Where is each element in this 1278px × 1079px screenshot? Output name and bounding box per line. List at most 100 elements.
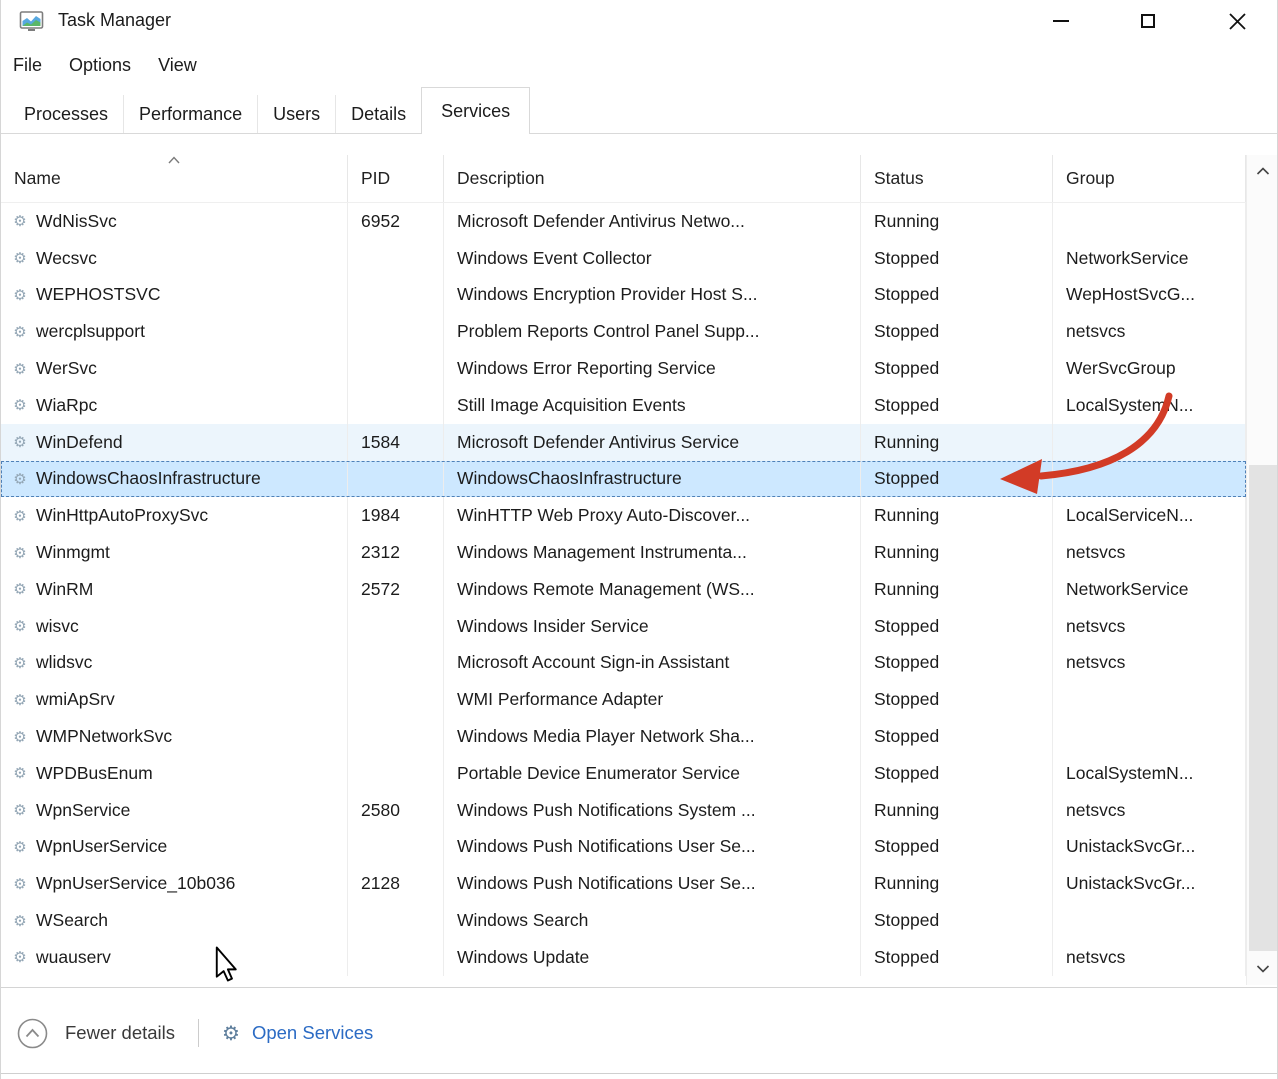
cell-group: netsvcs bbox=[1053, 608, 1246, 645]
table-row[interactable]: ⚙ WinHttpAutoProxySvc 1984 WinHTTP Web P… bbox=[1, 497, 1246, 534]
cell-name-text: wmiApSrv bbox=[36, 689, 115, 710]
cell-pid bbox=[348, 829, 444, 866]
cell-pid: 1584 bbox=[348, 424, 444, 461]
cell-name: ⚙ Winmgmt bbox=[1, 534, 348, 571]
cell-name-text: wlidsvc bbox=[36, 652, 92, 673]
table-row[interactable]: ⚙ WinRM 2572 Windows Remote Management (… bbox=[1, 571, 1246, 608]
close-icon bbox=[1229, 13, 1246, 30]
scrollbar-down-icon bbox=[1256, 965, 1270, 973]
cell-pid: 2312 bbox=[348, 534, 444, 571]
menu-view[interactable]: View bbox=[158, 55, 197, 76]
footer-bar: Fewer details ⚙ Open Services bbox=[1, 1004, 1277, 1062]
scrollbar-up-icon bbox=[1256, 167, 1270, 175]
cell-status: Running bbox=[861, 865, 1053, 902]
cell-group: UnistackSvcGr... bbox=[1053, 829, 1246, 866]
table-row[interactable]: ⚙ WpnUserService Windows Push Notificati… bbox=[1, 829, 1246, 866]
tab-services[interactable]: Services bbox=[421, 87, 530, 134]
close-button[interactable] bbox=[1208, 0, 1266, 42]
table-row[interactable]: ⚙ Wecsvc Windows Event Collector Stopped… bbox=[1, 240, 1246, 277]
cell-pid bbox=[348, 277, 444, 314]
cell-pid: 1984 bbox=[348, 497, 444, 534]
cell-name: ⚙ WEPHOSTSVC bbox=[1, 277, 348, 314]
open-services-link[interactable]: ⚙ Open Services bbox=[222, 1021, 373, 1046]
service-gear-icon: ⚙ bbox=[9, 654, 31, 672]
cell-name: ⚙ wmiApSrv bbox=[1, 681, 348, 718]
table-row[interactable]: ⚙ WindowsChaosInfrastructure WindowsChao… bbox=[1, 461, 1246, 498]
maximize-button[interactable] bbox=[1119, 0, 1177, 42]
cell-name: ⚙ WpnService bbox=[1, 792, 348, 829]
table-row[interactable]: ⚙ wmiApSrv WMI Performance Adapter Stopp… bbox=[1, 681, 1246, 718]
column-header-group[interactable]: Group bbox=[1053, 155, 1246, 202]
cell-group bbox=[1053, 681, 1246, 718]
table-row[interactable]: ⚙ WiaRpc Still Image Acquisition Events … bbox=[1, 387, 1246, 424]
cell-status: Running bbox=[861, 497, 1053, 534]
tab-processes[interactable]: Processes bbox=[9, 95, 123, 133]
scrollbar-up-button[interactable] bbox=[1247, 155, 1278, 187]
service-gear-icon: ⚙ bbox=[9, 617, 31, 635]
table-row[interactable]: ⚙ wisvc Windows Insider Service Stopped … bbox=[1, 608, 1246, 645]
cell-group: netsvcs bbox=[1053, 534, 1246, 571]
cell-status: Stopped bbox=[861, 387, 1053, 424]
column-header-description[interactable]: Description bbox=[444, 155, 861, 202]
cell-description: WindowsChaosInfrastructure bbox=[444, 461, 861, 498]
table-row[interactable]: ⚙ WpnUserService_10b036 2128 Windows Pus… bbox=[1, 865, 1246, 902]
service-gear-icon: ⚙ bbox=[9, 691, 31, 709]
tab-users[interactable]: Users bbox=[257, 95, 335, 133]
table-row[interactable]: ⚙ WPDBusEnum Portable Device Enumerator … bbox=[1, 755, 1246, 792]
cell-status: Running bbox=[861, 203, 1053, 240]
cell-name-text: WinDefend bbox=[36, 432, 123, 453]
table-row[interactable]: ⚙ wercplsupport Problem Reports Control … bbox=[1, 313, 1246, 350]
cell-group: UnistackSvcGr... bbox=[1053, 865, 1246, 902]
cell-group bbox=[1053, 902, 1246, 939]
cell-name: ⚙ WiaRpc bbox=[1, 387, 348, 424]
table-row[interactable]: ⚙ wlidsvc Microsoft Account Sign-in Assi… bbox=[1, 645, 1246, 682]
table-row[interactable]: ⚙ WSearch Windows Search Stopped bbox=[1, 902, 1246, 939]
table-row[interactable]: ⚙ WEPHOSTSVC Windows Encryption Provider… bbox=[1, 277, 1246, 314]
service-gear-icon: ⚙ bbox=[9, 948, 31, 966]
cell-description: WinHTTP Web Proxy Auto-Discover... bbox=[444, 497, 861, 534]
tab-details[interactable]: Details bbox=[335, 95, 421, 133]
scrollbar-down-button[interactable] bbox=[1247, 953, 1278, 985]
cell-pid bbox=[348, 350, 444, 387]
cell-name: ⚙ Wecsvc bbox=[1, 240, 348, 277]
cell-description: Windows Remote Management (WS... bbox=[444, 571, 861, 608]
cell-group: netsvcs bbox=[1053, 645, 1246, 682]
cell-status: Stopped bbox=[861, 240, 1053, 277]
cell-description: Portable Device Enumerator Service bbox=[444, 755, 861, 792]
table-row[interactable]: ⚙ WinDefend 1584 Microsoft Defender Anti… bbox=[1, 424, 1246, 461]
cell-name-text: WpnUserService_10b036 bbox=[36, 873, 235, 894]
cell-pid: 2580 bbox=[348, 792, 444, 829]
table-row[interactable]: ⚙ WerSvc Windows Error Reporting Service… bbox=[1, 350, 1246, 387]
table-row[interactable]: ⚙ Winmgmt 2312 Windows Management Instru… bbox=[1, 534, 1246, 571]
cell-description: Windows Error Reporting Service bbox=[444, 350, 861, 387]
service-gear-icon: ⚙ bbox=[9, 249, 31, 267]
cell-status: Running bbox=[861, 571, 1053, 608]
menu-options[interactable]: Options bbox=[69, 55, 131, 76]
cell-pid bbox=[348, 608, 444, 645]
cell-name: ⚙ WinRM bbox=[1, 571, 348, 608]
cell-group bbox=[1053, 718, 1246, 755]
table-row[interactable]: ⚙ WpnService 2580 Windows Push Notificat… bbox=[1, 792, 1246, 829]
window-bottom-border bbox=[1, 1073, 1277, 1074]
window-title: Task Manager bbox=[58, 10, 171, 31]
tab-performance[interactable]: Performance bbox=[123, 95, 257, 133]
menu-file[interactable]: File bbox=[13, 55, 42, 76]
column-header-pid[interactable]: PID bbox=[348, 155, 444, 202]
cell-name: ⚙ WindowsChaosInfrastructure bbox=[1, 461, 348, 498]
cell-name-text: WPDBusEnum bbox=[36, 763, 153, 784]
cell-name: ⚙ wisvc bbox=[1, 608, 348, 645]
cell-name: ⚙ WMPNetworkSvc bbox=[1, 718, 348, 755]
table-row[interactable]: ⚙ WdNisSvc 6952 Microsoft Defender Antiv… bbox=[1, 203, 1246, 240]
cell-pid bbox=[348, 240, 444, 277]
fewer-details-button[interactable]: Fewer details bbox=[17, 1018, 175, 1049]
service-gear-icon: ⚙ bbox=[9, 360, 31, 378]
menu-bar: File Options View bbox=[1, 45, 224, 85]
scrollbar-thumb[interactable] bbox=[1249, 465, 1277, 951]
cell-description: Windows Management Instrumenta... bbox=[444, 534, 861, 571]
column-header-status[interactable]: Status bbox=[861, 155, 1053, 202]
table-row[interactable]: ⚙ wuauserv Windows Update Stopped netsvc… bbox=[1, 939, 1246, 976]
minimize-button[interactable] bbox=[1032, 0, 1090, 42]
cell-name-text: WindowsChaosInfrastructure bbox=[36, 468, 261, 489]
vertical-scrollbar[interactable] bbox=[1246, 155, 1278, 985]
table-row[interactable]: ⚙ WMPNetworkSvc Windows Media Player Net… bbox=[1, 718, 1246, 755]
